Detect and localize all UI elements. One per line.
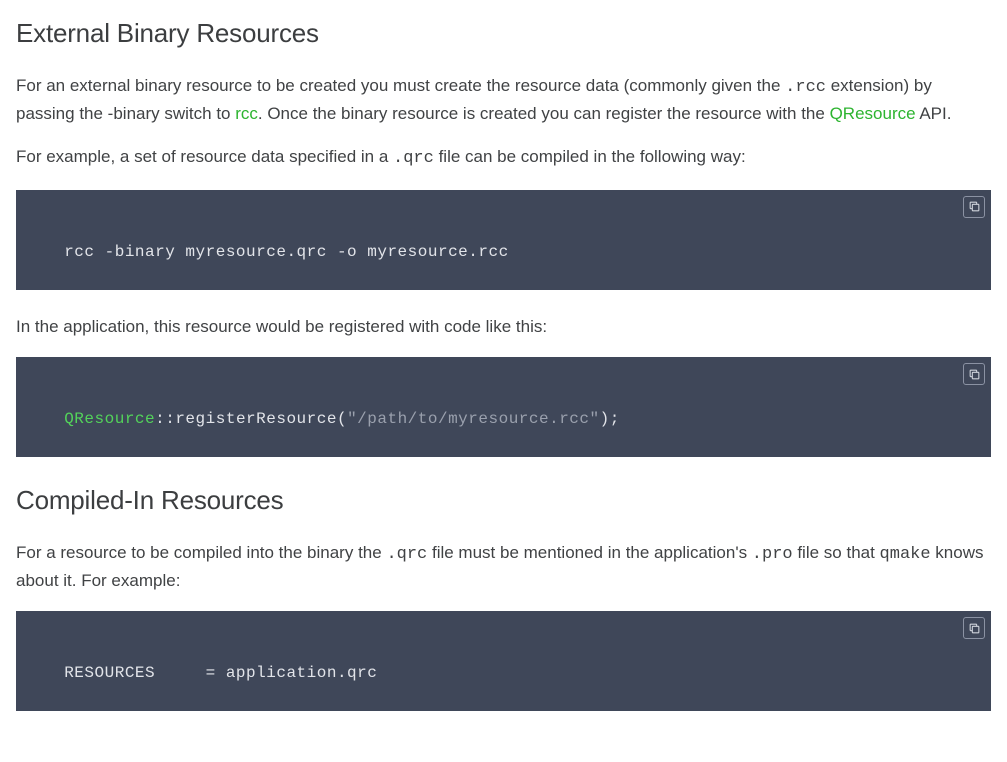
inline-code: .qrc bbox=[393, 149, 434, 168]
code-block: rcc -binary myresource.qrc -o myresource… bbox=[16, 190, 991, 290]
copy-icon bbox=[968, 200, 981, 213]
paragraph: For example, a set of resource data spec… bbox=[16, 144, 991, 172]
heading-external-binary-resources: External Binary Resources bbox=[16, 14, 991, 53]
text: For a resource to be compiled into the b… bbox=[16, 543, 386, 562]
inline-code: .rcc bbox=[785, 78, 826, 97]
paragraph: For an external binary resource to be cr… bbox=[16, 73, 991, 126]
inline-code: qmake bbox=[880, 545, 931, 564]
text: file must be mentioned in the applicatio… bbox=[427, 543, 752, 562]
text: For example, a set of resource data spec… bbox=[16, 147, 393, 166]
paragraph: For a resource to be compiled into the b… bbox=[16, 540, 991, 593]
text: API. bbox=[916, 104, 952, 123]
code-string: "/path/to/myresource.rcc" bbox=[347, 410, 600, 428]
inline-code: .pro bbox=[752, 545, 793, 564]
copy-icon bbox=[968, 368, 981, 381]
code-text: ); bbox=[600, 410, 620, 428]
code-text: ::registerResource( bbox=[155, 410, 347, 428]
code-type: QResource bbox=[64, 410, 155, 428]
inline-code: .qrc bbox=[386, 545, 427, 564]
paragraph: In the application, this resource would … bbox=[16, 314, 991, 340]
copy-button[interactable] bbox=[963, 617, 985, 639]
code-text: RESOURCES = application.qrc bbox=[64, 664, 377, 682]
copy-icon bbox=[968, 622, 981, 635]
copy-button[interactable] bbox=[963, 196, 985, 218]
copy-button[interactable] bbox=[963, 363, 985, 385]
text: For an external binary resource to be cr… bbox=[16, 76, 785, 95]
link-qresource[interactable]: QResource bbox=[830, 104, 916, 123]
code-text: rcc -binary myresource.qrc -o myresource… bbox=[64, 243, 508, 261]
text: file so that bbox=[793, 543, 880, 562]
code-block: RESOURCES = application.qrc bbox=[16, 611, 991, 711]
text: . Once the binary resource is created yo… bbox=[258, 104, 830, 123]
link-rcc[interactable]: rcc bbox=[235, 104, 258, 123]
heading-compiled-in-resources: Compiled-In Resources bbox=[16, 481, 991, 520]
text: file can be compiled in the following wa… bbox=[434, 147, 746, 166]
code-block: QResource::registerResource("/path/to/my… bbox=[16, 357, 991, 457]
